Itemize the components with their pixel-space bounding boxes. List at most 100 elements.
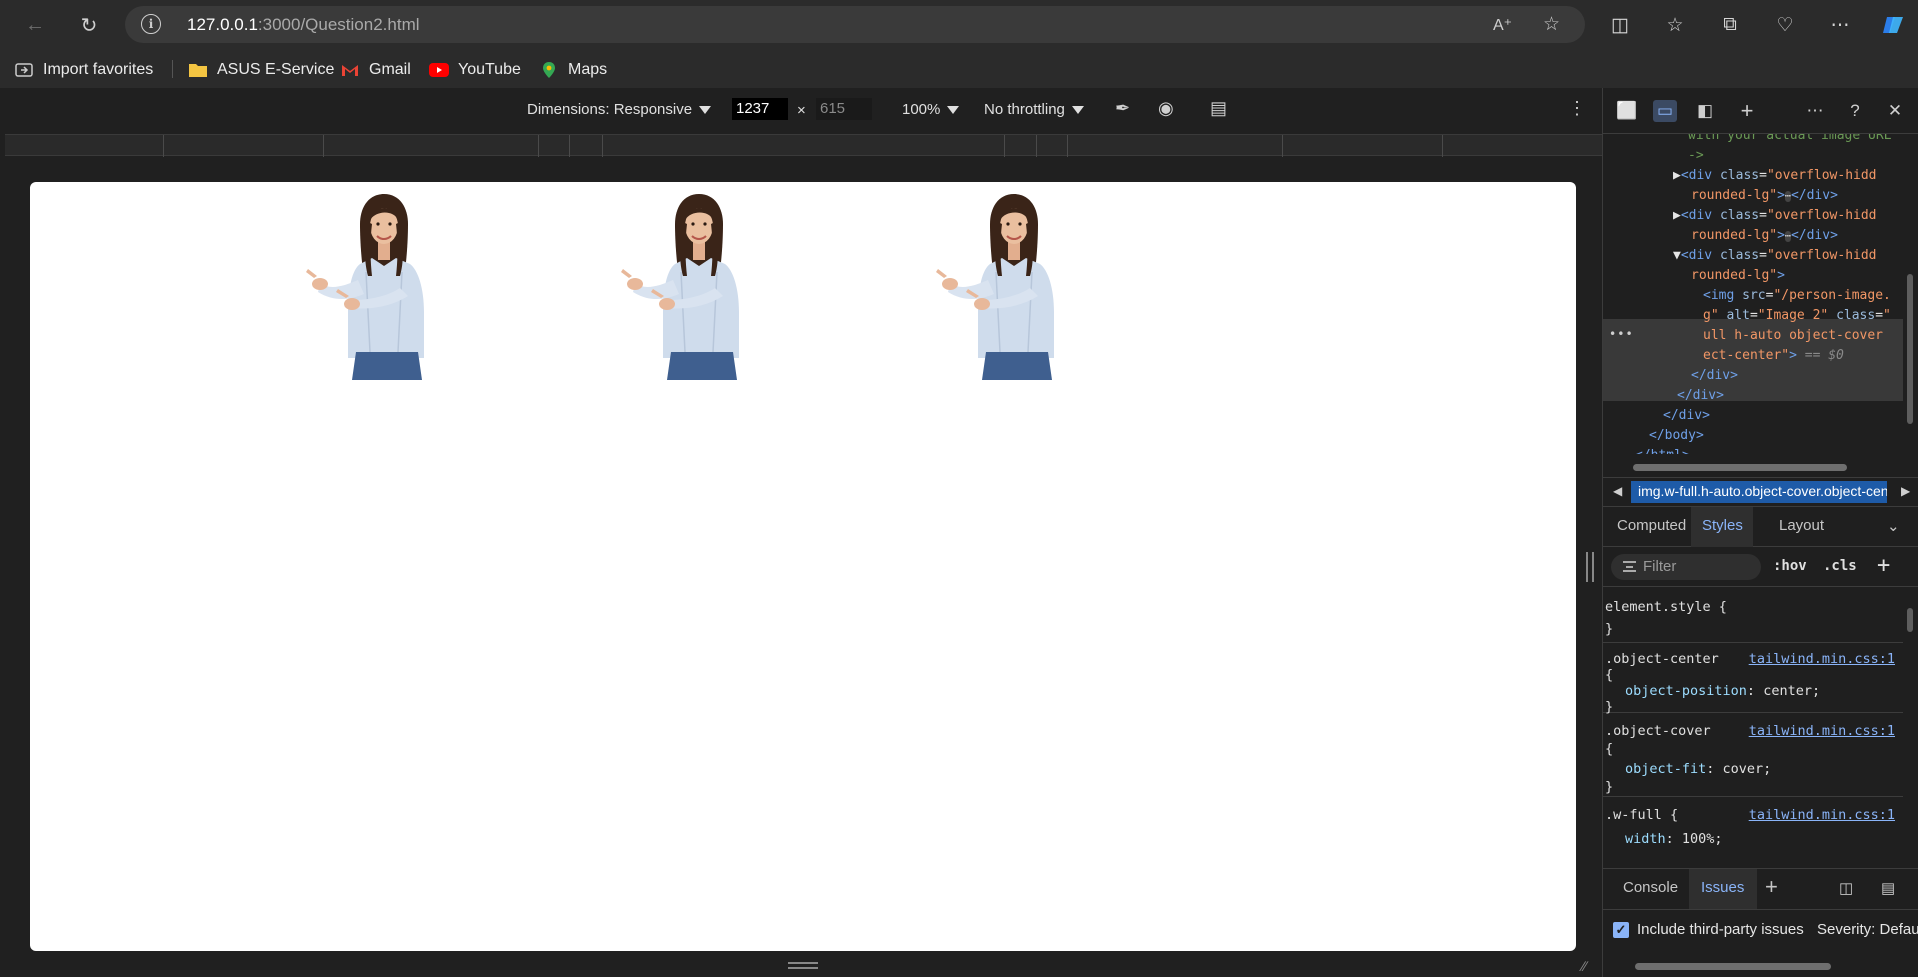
resize-handle-bottom[interactable] — [788, 962, 818, 969]
dom-node-div-2[interactable]: ▶<div class="overflow-hidd — [1673, 206, 1877, 227]
breadcrumb-left-icon[interactable]: ◀ — [1613, 484, 1622, 498]
drawer-tab-issues[interactable]: Issues — [1701, 879, 1744, 896]
filter-icon — [1623, 561, 1636, 572]
cls-button[interactable]: .cls — [1823, 558, 1857, 574]
rule-source-link[interactable]: tailwind.min.css:1 — [1749, 807, 1895, 823]
throttling-dropdown[interactable]: No throttling — [984, 101, 1084, 118]
favorite-youtube[interactable]: YouTube — [429, 59, 521, 81]
more-menu-icon[interactable]: ⋯ — [1825, 10, 1855, 40]
collections-icon[interactable]: ⧉ — [1715, 10, 1745, 40]
issues-options-row: ✓ Include third-party issues Severity: D… — [1603, 909, 1918, 951]
rule-open: { — [1605, 667, 1614, 683]
devtools-more-icon[interactable]: ⋯ — [1803, 100, 1827, 122]
breadcrumb-right-icon[interactable]: ▶ — [1901, 484, 1910, 498]
zoom-label: 100% — [902, 101, 941, 118]
dom-comment-line: with your actual image URL — [1688, 134, 1892, 143]
media-query-ruler — [5, 134, 1602, 157]
back-icon[interactable]: ← — [18, 8, 52, 42]
gmail-icon — [340, 61, 360, 79]
split-screen-icon[interactable]: ◫ — [1605, 10, 1635, 40]
person-image — [304, 192, 464, 380]
rule-declaration[interactable]: width: 100%; — [1625, 831, 1723, 847]
rule-property: width — [1625, 831, 1666, 847]
style-rule-object-center: .object-center tailwind.min.css:1 { obje… — [1603, 643, 1903, 715]
chevron-down-icon — [1071, 105, 1084, 114]
favorite-star-icon[interactable]: ☆ — [1543, 13, 1560, 36]
chevron-down-icon[interactable]: ⌄ — [1887, 517, 1900, 535]
rule-selector: .w-full { — [1605, 807, 1679, 823]
drawer-tab-console[interactable]: Console — [1623, 879, 1678, 896]
rule-source-link[interactable]: tailwind.min.css:1 — [1749, 723, 1895, 739]
person-image — [619, 192, 779, 380]
drawer-horizontal-scrollbar[interactable] — [1619, 961, 1899, 971]
breadcrumb-selected[interactable]: img.w-full.h-auto.object-cover.object-ce… — [1631, 481, 1887, 503]
reload-icon[interactable]: ↻ — [72, 8, 106, 42]
youtube-icon — [429, 61, 449, 79]
dom-node-div-2-cont: rounded-lg">⋯</div> — [1691, 228, 1838, 243]
resize-handle-right[interactable] — [1586, 552, 1594, 582]
rule-source-link[interactable]: tailwind.min.css:1 — [1749, 651, 1895, 667]
dom-close-html: </html> — [1635, 446, 1690, 454]
import-favorites-icon — [14, 61, 34, 79]
new-style-rule-icon[interactable]: + — [1877, 553, 1890, 578]
width-input[interactable]: 1237 — [732, 98, 788, 120]
favorite-maps[interactable]: Maps — [539, 59, 607, 81]
elements-dom-tree: ••• with your actual image URL -> ▶<div … — [1603, 134, 1903, 454]
rotate-icon[interactable]: ▤ — [1210, 98, 1227, 119]
copilot-icon[interactable] — [1878, 10, 1908, 40]
rule-declaration[interactable]: object-fit: cover; — [1625, 761, 1771, 777]
drawer-layout-icon[interactable]: ▤ — [1881, 879, 1895, 897]
resize-handle-corner[interactable]: ∕∕ — [1582, 958, 1587, 974]
dom-node-div-3[interactable]: ▼<div class="overflow-hidd — [1673, 246, 1877, 267]
favorite-gmail[interactable]: Gmail — [340, 59, 411, 81]
rule-value: center; — [1763, 683, 1821, 699]
favorites-divider — [172, 60, 173, 78]
dimensions-dropdown[interactable]: Dimensions: Responsive — [527, 101, 712, 118]
height-input[interactable]: 615 — [816, 98, 872, 120]
dom-node-div-1-cont: rounded-lg">⋯</div> — [1691, 188, 1838, 203]
image-card-3 — [934, 192, 1094, 380]
favorite-import-favorites[interactable]: Import favorites — [14, 59, 153, 81]
device-toolbar-icon[interactable]: ▭ — [1653, 100, 1677, 122]
dom-horizontal-scrollbar[interactable] — [1619, 462, 1899, 472]
url-text[interactable]: 127.0.0.1:3000/Question2.html — [187, 15, 420, 35]
eye-icon[interactable]: ◉ — [1158, 98, 1174, 119]
rule-selector: .object-cover — [1605, 723, 1711, 739]
eyedropper-icon[interactable]: ✒ — [1115, 98, 1130, 119]
severity-dropdown[interactable]: Severity: Defau — [1817, 921, 1918, 938]
site-info-icon[interactable]: i — [141, 14, 161, 34]
tab-layout[interactable]: Layout — [1779, 517, 1824, 534]
tab-computed[interactable]: Computed — [1617, 517, 1686, 534]
include-third-party-label: Include third-party issues — [1637, 921, 1804, 938]
rule-declaration[interactable]: object-position: center; — [1625, 683, 1820, 699]
include-third-party-checkbox[interactable]: ✓ — [1613, 922, 1629, 938]
add-drawer-tab-icon[interactable]: + — [1765, 874, 1778, 900]
device-more-icon[interactable]: ⋮ — [1568, 98, 1586, 119]
inspect-element-icon[interactable]: ⬜ — [1615, 100, 1639, 122]
dom-node-div-1[interactable]: ▶<div class="overflow-hidd — [1673, 166, 1877, 187]
read-aloud-icon[interactable]: A⁺ — [1493, 15, 1512, 35]
address-bar[interactable]: i 127.0.0.1:3000/Question2.html A⁺ ☆ — [125, 6, 1585, 43]
dom-node-img[interactable]: <img src="/person-image. — [1703, 286, 1891, 307]
favorites-icon[interactable]: ☆ — [1660, 10, 1690, 40]
image-card-2 — [619, 192, 779, 380]
undock-drawer-icon[interactable]: ◫ — [1839, 879, 1853, 897]
dom-vertical-scrollbar[interactable] — [1905, 144, 1915, 454]
favorites-bar: Import favorites ASUS E-Service Gmail Yo… — [0, 50, 1918, 88]
favorite-asus-e-service[interactable]: ASUS E-Service — [188, 59, 334, 81]
url-host: 127.0.0.1 — [187, 15, 258, 34]
dom-close-div: </div> — [1663, 408, 1710, 423]
style-rule-object-cover: .object-cover tailwind.min.css:1 { objec… — [1603, 713, 1903, 797]
dom-node-actions-icon[interactable]: ••• — [1609, 324, 1634, 345]
hov-button[interactable]: :hov — [1773, 558, 1807, 574]
folder-icon — [188, 61, 208, 79]
rule-selector: element.style { — [1605, 599, 1727, 615]
add-tool-icon[interactable]: + — [1735, 98, 1759, 123]
tab-styles[interactable]: Styles — [1702, 517, 1743, 534]
url-path: :3000/Question2.html — [257, 15, 420, 34]
browser-essentials-icon[interactable]: ♡ — [1770, 10, 1800, 40]
dock-side-icon[interactable]: ◧ — [1693, 100, 1717, 122]
zoom-dropdown[interactable]: 100% — [902, 101, 960, 118]
help-icon[interactable]: ? — [1843, 100, 1867, 122]
close-devtools-icon[interactable]: ✕ — [1883, 100, 1907, 122]
